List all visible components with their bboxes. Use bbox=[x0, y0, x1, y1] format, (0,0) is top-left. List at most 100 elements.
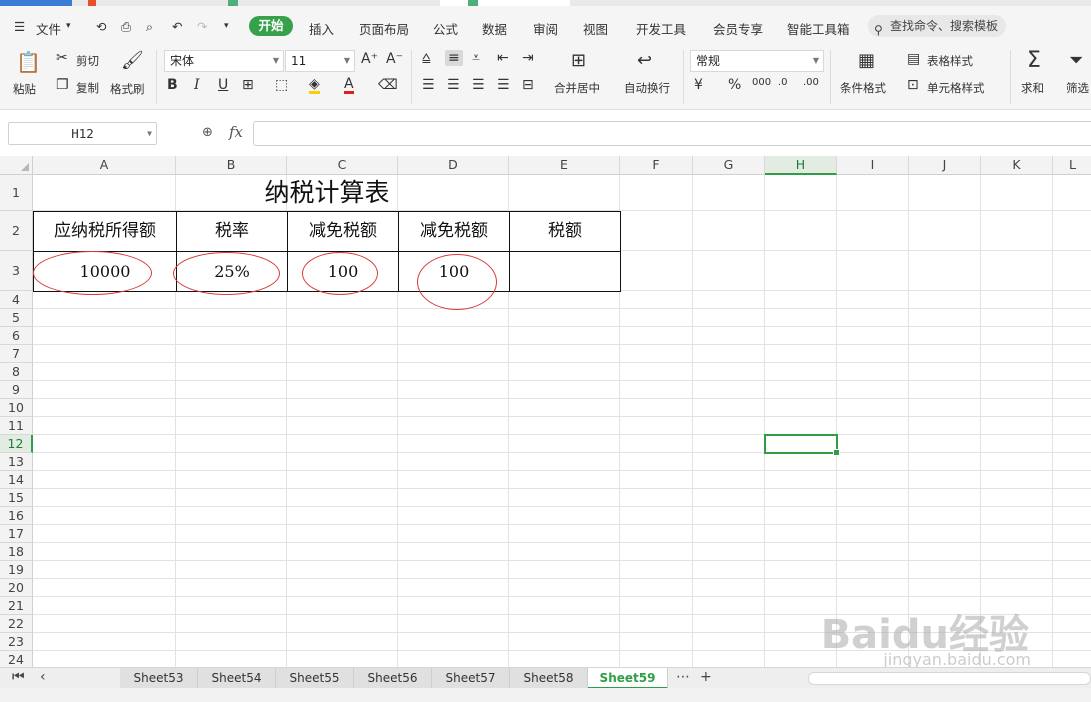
conditional-format-button[interactable]: 条件格式 bbox=[840, 80, 886, 96]
wrap-text-icon[interactable]: ↩ bbox=[637, 50, 652, 71]
row-header-24[interactable]: 24 bbox=[0, 651, 33, 667]
align-right-icon[interactable]: ☰ bbox=[472, 77, 485, 93]
conditional-format-icon[interactable]: ▦ bbox=[858, 50, 875, 71]
font-size-select[interactable]: 11 ▼ bbox=[285, 50, 355, 72]
cell-style-icon[interactable]: ⊡ bbox=[907, 77, 919, 93]
bold-icon[interactable]: B bbox=[167, 77, 178, 93]
align-center-icon[interactable]: ☰ bbox=[447, 77, 460, 93]
quick-access-dropdown-icon[interactable]: ▾ bbox=[224, 21, 229, 31]
sheet-tab[interactable]: Sheet54 bbox=[198, 668, 276, 689]
row-header-7[interactable]: 7 bbox=[0, 345, 33, 363]
undo-icon[interactable]: ↶ bbox=[172, 19, 182, 34]
row-header-8[interactable]: 8 bbox=[0, 363, 33, 381]
row-header-10[interactable]: 10 bbox=[0, 399, 33, 417]
more-sheets-icon[interactable]: ⋯ bbox=[676, 669, 690, 685]
font-name-select[interactable]: 宋体 ▼ bbox=[164, 50, 284, 72]
file-menu[interactable]: 文件 bbox=[36, 19, 61, 38]
copy-button[interactable]: 复制 bbox=[76, 80, 99, 96]
border-icon[interactable]: ⊞ bbox=[242, 77, 254, 93]
header-cell-tax[interactable]: 税额 bbox=[509, 211, 621, 252]
row-header-21[interactable]: 21 bbox=[0, 597, 33, 615]
print-preview-icon[interactable]: ⌕ bbox=[146, 19, 153, 35]
column-header-i[interactable]: I bbox=[837, 156, 909, 175]
tab-page-layout[interactable]: 页面布局 bbox=[359, 19, 409, 38]
prev-sheet-icon[interactable]: ‹ bbox=[40, 669, 46, 685]
format-painter-button[interactable]: 格式刷 bbox=[110, 81, 145, 97]
row-header-15[interactable]: 15 bbox=[0, 489, 33, 507]
filter-icon[interactable]: ⏷ bbox=[1069, 50, 1083, 71]
row-header-23[interactable]: 23 bbox=[0, 633, 33, 651]
row-header-11[interactable]: 11 bbox=[0, 417, 33, 435]
row-header-18[interactable]: 18 bbox=[0, 543, 33, 561]
row-header-13[interactable]: 13 bbox=[0, 453, 33, 471]
increase-decimal-icon[interactable]: .0 bbox=[778, 77, 788, 88]
hamburger-icon[interactable]: ☰ bbox=[14, 19, 25, 34]
value-cell-tax[interactable] bbox=[509, 251, 621, 292]
tab-formulas[interactable]: 公式 bbox=[433, 19, 458, 38]
format-painter-icon[interactable]: 🖌 bbox=[121, 50, 144, 71]
row-header-22[interactable]: 22 bbox=[0, 615, 33, 633]
eraser-icon[interactable]: ⌫ bbox=[378, 77, 398, 93]
wrap-text-button[interactable]: 自动换行 bbox=[624, 80, 670, 96]
header-cell-taxable-income[interactable]: 应纳税所得额 bbox=[33, 211, 177, 252]
tab-member[interactable]: 会员专享 bbox=[713, 19, 763, 38]
table-title[interactable]: 纳税计算表 bbox=[34, 175, 620, 211]
fx-icon[interactable]: fx bbox=[229, 123, 243, 141]
print-icon[interactable]: ⎙ bbox=[121, 19, 131, 35]
row-header-4[interactable]: 4 bbox=[0, 291, 33, 309]
scissors-icon[interactable]: ✂ bbox=[56, 50, 68, 66]
cell-style-button[interactable]: 单元格样式 bbox=[927, 80, 985, 96]
filter-button[interactable]: 筛选 bbox=[1066, 80, 1089, 96]
row-header-12[interactable]: 12 bbox=[0, 435, 33, 453]
column-header-k[interactable]: K bbox=[981, 156, 1053, 175]
merge-center-icon[interactable]: ⊞ bbox=[571, 50, 586, 71]
column-header-g[interactable]: G bbox=[693, 156, 765, 175]
tab-insert[interactable]: 插入 bbox=[309, 19, 334, 38]
row-header-3[interactable]: 3 bbox=[0, 251, 33, 291]
cell-color-icon[interactable]: ⬚ bbox=[275, 77, 288, 93]
justify-icon[interactable]: ☰ bbox=[497, 77, 510, 93]
tab-start[interactable]: 开始 bbox=[249, 16, 293, 36]
column-header-j[interactable]: J bbox=[909, 156, 981, 175]
paste-button[interactable]: 粘贴 bbox=[13, 81, 36, 97]
column-header-d[interactable]: D bbox=[398, 156, 509, 175]
decrease-font-icon[interactable]: A⁻ bbox=[386, 51, 403, 67]
row-header-16[interactable]: 16 bbox=[0, 507, 33, 525]
row-header-6[interactable]: 6 bbox=[0, 327, 33, 345]
align-left-icon[interactable]: ☰ bbox=[422, 77, 435, 93]
cut-button[interactable]: 剪切 bbox=[76, 53, 99, 69]
active-cell-cursor[interactable] bbox=[764, 434, 840, 456]
font-color-icon[interactable]: A bbox=[344, 77, 354, 94]
tab-smart-tools[interactable]: 智能工具箱 bbox=[787, 19, 850, 38]
column-header-h[interactable]: H bbox=[765, 156, 837, 175]
decrease-indent-icon[interactable]: ⇤ bbox=[497, 50, 509, 66]
add-sheet-icon[interactable]: + bbox=[700, 669, 712, 685]
select-all-corner[interactable] bbox=[0, 156, 33, 175]
currency-icon[interactable]: ¥ bbox=[694, 77, 703, 93]
sum-button[interactable]: 求和 bbox=[1021, 80, 1044, 96]
column-header-c[interactable]: C bbox=[287, 156, 398, 175]
row-header-19[interactable]: 19 bbox=[0, 561, 33, 579]
sum-icon[interactable]: Σ bbox=[1027, 48, 1041, 73]
header-cell-deduction-2[interactable]: 减免税额 bbox=[398, 211, 510, 252]
column-header-b[interactable]: B bbox=[176, 156, 287, 175]
sheet-tab[interactable]: Sheet56 bbox=[354, 668, 432, 689]
row-header-17[interactable]: 17 bbox=[0, 525, 33, 543]
sheet-tab[interactable]: Sheet57 bbox=[432, 668, 510, 689]
column-header-l[interactable]: L bbox=[1053, 156, 1091, 175]
sheet-tab-active[interactable]: Sheet59 bbox=[588, 668, 668, 689]
undo-history-icon[interactable]: ⟲ bbox=[96, 19, 106, 34]
formula-input[interactable] bbox=[253, 121, 1091, 146]
decrease-decimal-icon[interactable]: .00 bbox=[803, 77, 819, 88]
italic-icon[interactable]: I bbox=[194, 77, 200, 93]
row-header-14[interactable]: 14 bbox=[0, 471, 33, 489]
underline-icon[interactable]: U bbox=[218, 77, 228, 93]
table-style-icon[interactable]: ▤ bbox=[907, 51, 920, 67]
tab-data[interactable]: 数据 bbox=[482, 19, 507, 38]
tab-review[interactable]: 审阅 bbox=[533, 19, 558, 38]
tab-developer[interactable]: 开发工具 bbox=[636, 19, 686, 38]
paste-icon[interactable]: 📋 bbox=[16, 50, 41, 74]
zoom-icon[interactable]: ⊕ bbox=[202, 125, 213, 140]
fill-color-icon[interactable]: ◈ bbox=[309, 77, 320, 94]
header-cell-tax-rate[interactable]: 税率 bbox=[176, 211, 288, 252]
